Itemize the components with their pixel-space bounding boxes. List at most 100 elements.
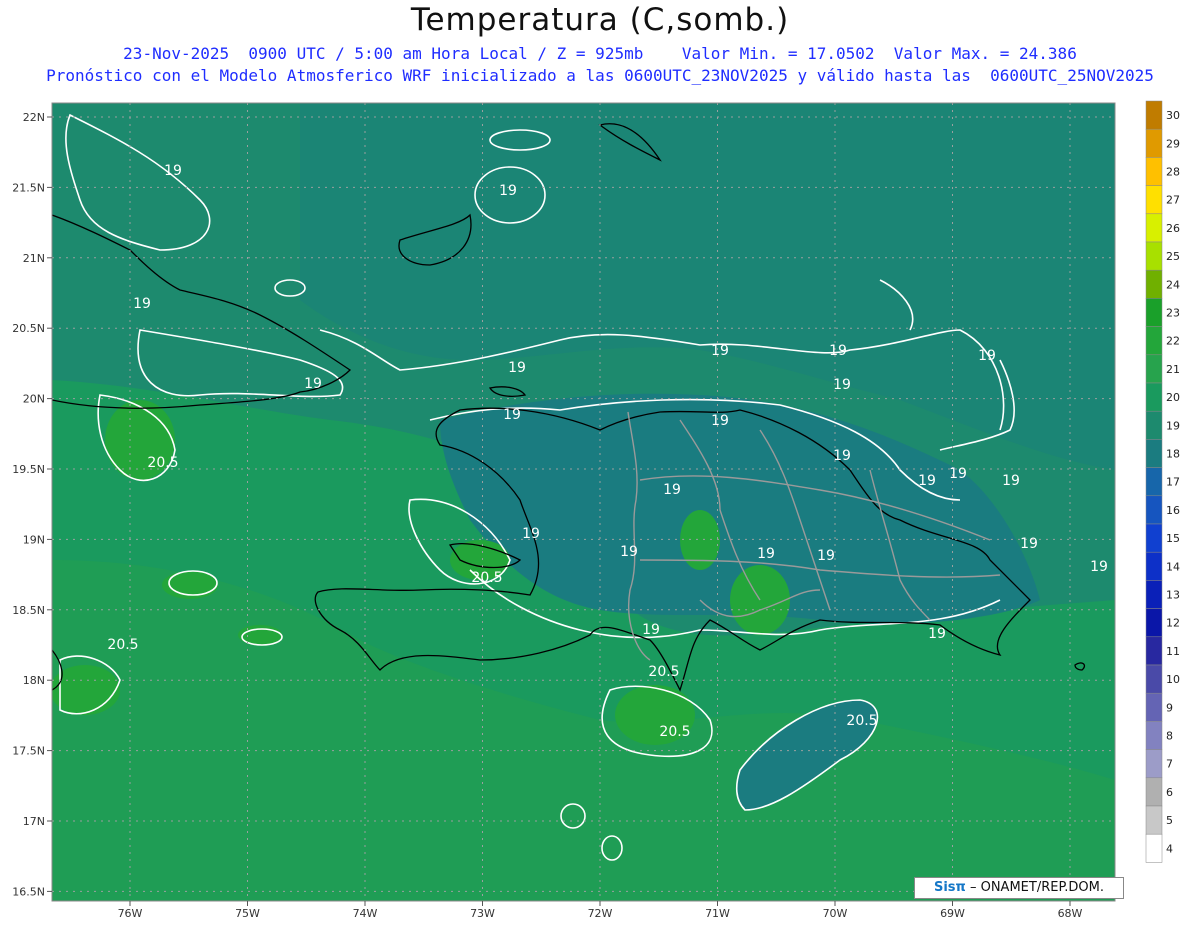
lat-tick-label: 17.5N (12, 745, 45, 758)
lat-tick-label: 19.5N (12, 463, 45, 476)
lon-tick-label: 71W (705, 907, 730, 920)
contour-label: 19 (499, 183, 517, 199)
colorbar-swatch (1145, 185, 1163, 215)
colorbar-swatch (1145, 298, 1163, 327)
contour-label: 20.5 (471, 570, 502, 586)
colorbar-label: 27 (1166, 194, 1180, 207)
contour-label: 20.5 (659, 724, 690, 740)
lat-tick-label: 20N (23, 393, 45, 406)
lat-tick-label: 17N (23, 815, 45, 828)
colorbar-label: 25 (1166, 250, 1180, 263)
colorbar-swatch (1145, 382, 1163, 412)
colorbar-swatch (1145, 326, 1163, 356)
contour-label: 19 (711, 413, 729, 429)
contour-label: 19 (164, 163, 182, 179)
contour-label: 19 (522, 526, 540, 542)
colorbar-label: 8 (1166, 730, 1173, 743)
contour-label: 19 (133, 296, 151, 312)
contour-label: 20.5 (147, 455, 178, 471)
contour-label: 19 (663, 482, 681, 498)
colorbar: 30 29 28 27 26 25 24 23 22 21 20 19 18 17 16 15 14 13 12 11… (1145, 100, 1180, 863)
colorbar-label: 10 (1166, 673, 1180, 686)
contour-label: 20.5 (107, 637, 138, 653)
colorbar-label: 28 (1166, 166, 1180, 179)
credit-box: Sisπ – ONAMET/REP.DOM. (914, 877, 1124, 899)
contour-label: 19 (1020, 536, 1038, 552)
colorbar-swatch (1145, 100, 1163, 130)
colorbar-label: 19 (1166, 419, 1180, 432)
colorbar-label: 13 (1166, 589, 1180, 602)
temperature-map: 22N 21.5N 21N 20.5N 20N 19.5N 19N 18.5N 18N 17.5N… (12, 100, 1180, 920)
credit-text: – ONAMET/REP.DOM. (969, 880, 1104, 895)
contour-label: 19 (978, 348, 996, 364)
lat-tick-label: 21.5N (12, 181, 45, 194)
colorbar-swatch (1145, 833, 1163, 863)
colorbar-label: 4 (1166, 842, 1173, 855)
colorbar-swatch (1145, 157, 1163, 186)
lon-tick-label: 74W (353, 907, 378, 920)
colorbar-label: 23 (1166, 307, 1180, 320)
contour-label: 19 (711, 343, 729, 359)
colorbar-swatch (1145, 213, 1163, 243)
lat-tick-label: 21N (23, 252, 45, 265)
colorbar-swatch (1145, 269, 1163, 299)
contour-label: 20.5 (648, 664, 679, 680)
lat-tick-label: 18.5N (12, 604, 45, 617)
contour-label: 19 (928, 626, 946, 642)
colorbar-label: 11 (1166, 645, 1180, 658)
lat-tick-label: 16.5N (12, 885, 45, 898)
colorbar-label: 7 (1166, 758, 1173, 771)
colorbar-label: 21 (1166, 363, 1180, 376)
lat-tick-label: 22N (23, 111, 45, 124)
colorbar-swatch (1145, 523, 1163, 553)
contour-label: 19 (918, 473, 936, 489)
colorbar-swatch (1145, 241, 1163, 271)
contour-label: 19 (949, 466, 967, 482)
colorbar-swatch (1145, 551, 1163, 581)
longitude-axis: 76W 75W 74W 73W 72W 71W 70W 69W 68W (118, 901, 1083, 920)
latitude-axis: 22N 21.5N 21N 20.5N 20N 19.5N 19N 18.5N 18N 17.5N… (12, 111, 52, 898)
contour-label: 19 (642, 622, 660, 638)
contour-label: 19 (508, 360, 526, 376)
lon-tick-label: 73W (470, 907, 495, 920)
colorbar-swatch (1145, 495, 1163, 525)
lon-tick-label: 70W (823, 907, 848, 920)
lon-tick-label: 72W (588, 907, 613, 920)
colorbar-label: 5 (1166, 814, 1173, 827)
colorbar-swatch (1145, 692, 1163, 722)
colorbar-label: 12 (1166, 617, 1180, 630)
colorbar-swatch (1145, 664, 1163, 694)
lon-tick-label: 75W (235, 907, 260, 920)
colorbar-label: 26 (1166, 222, 1180, 235)
colorbar-label: 9 (1166, 701, 1173, 714)
colorbar-label: 6 (1166, 786, 1173, 799)
colorbar-swatch (1145, 128, 1163, 158)
colorbar-swatch (1145, 777, 1163, 807)
contour-label: 19 (304, 376, 322, 392)
contour-label: 19 (833, 448, 851, 464)
lon-tick-label: 68W (1058, 907, 1083, 920)
colorbar-label: 22 (1166, 335, 1180, 348)
colorbar-label: 15 (1166, 532, 1180, 545)
colorbar-swatch (1145, 439, 1163, 468)
colorbar-label: 24 (1166, 278, 1180, 291)
colorbar-swatch (1145, 580, 1163, 609)
colorbar-swatch (1145, 636, 1163, 666)
contour-label: 19 (833, 377, 851, 393)
contour-label: 19 (817, 548, 835, 564)
sispi-logo: Sisπ (933, 880, 966, 895)
contour-label: 19 (620, 544, 638, 560)
contour-label: 19 (829, 343, 847, 359)
colorbar-swatch (1145, 749, 1163, 779)
colorbar-swatch (1145, 721, 1163, 750)
lat-tick-label: 20.5N (12, 322, 45, 335)
colorbar-swatch (1145, 467, 1163, 497)
colorbar-label: 30 (1166, 109, 1180, 122)
contour-label: 19 (503, 407, 521, 423)
colorbar-swatch (1145, 608, 1163, 638)
colorbar-swatch (1145, 354, 1163, 384)
colorbar-label: 17 (1166, 476, 1180, 489)
contour-label: 20.5 (846, 713, 877, 729)
lon-tick-label: 76W (118, 907, 143, 920)
colorbar-label: 20 (1166, 391, 1180, 404)
